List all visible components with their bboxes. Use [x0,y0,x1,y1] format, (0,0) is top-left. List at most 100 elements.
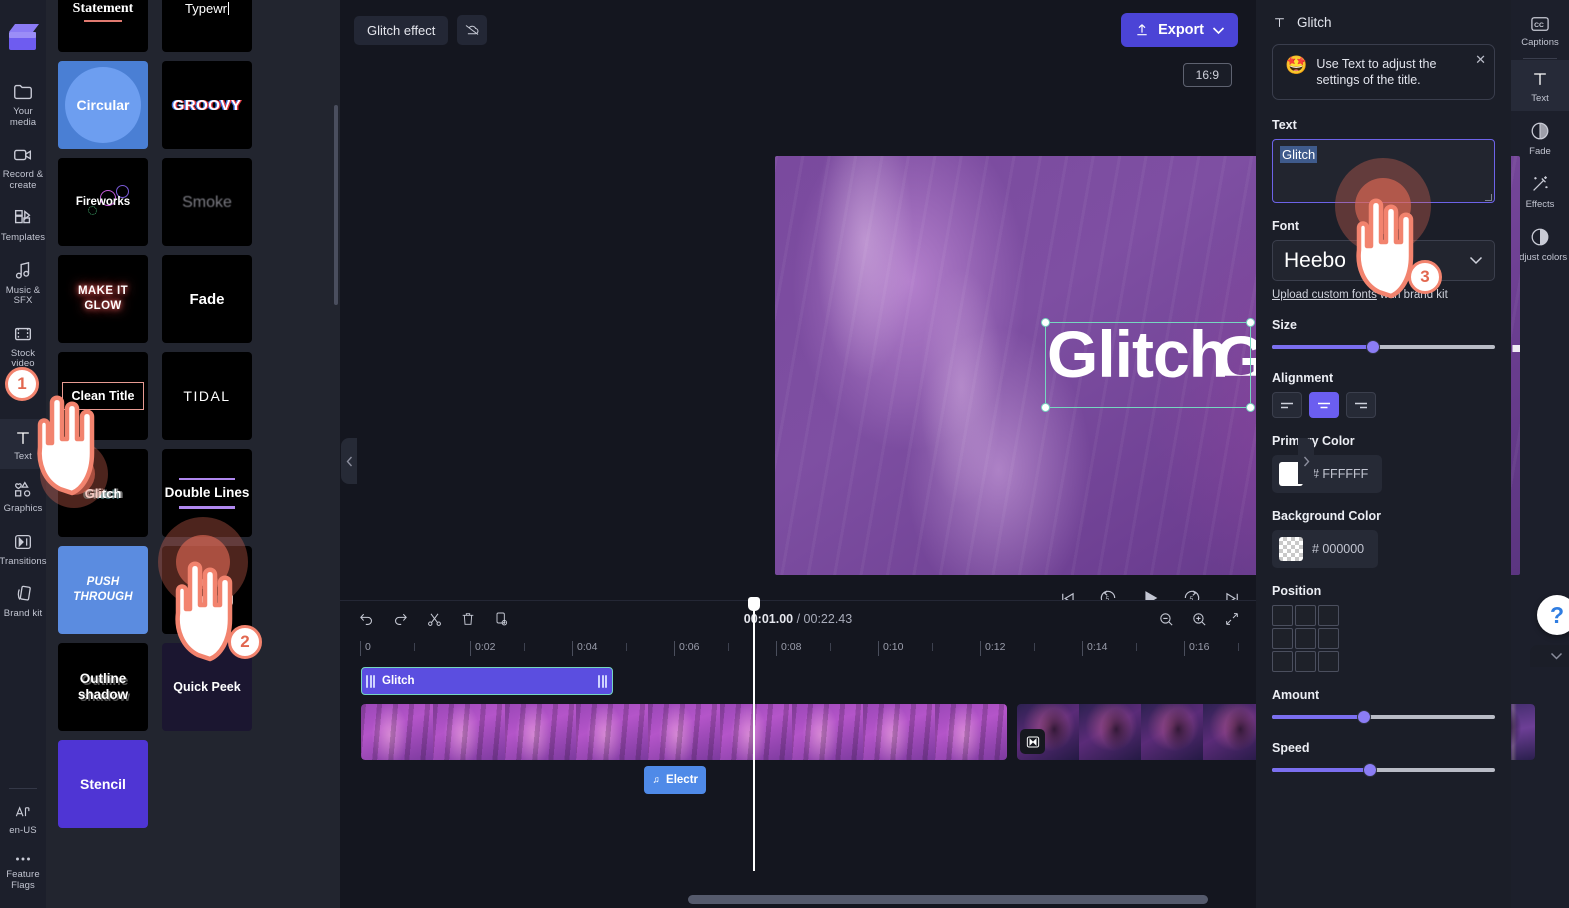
zoom-in-button[interactable] [1191,611,1208,628]
position-cell-bottom-center[interactable] [1295,651,1316,672]
export-button[interactable]: Export [1121,13,1238,47]
template-fireworks[interactable]: Fireworks [58,158,148,246]
position-cell-top-left[interactable] [1272,605,1293,626]
split-button[interactable] [426,611,443,628]
video-clip-2[interactable] [1017,704,1265,760]
template-clean-title[interactable]: Clean Title [58,352,148,440]
zoom-out-button[interactable] [1158,611,1175,628]
align-center-button[interactable] [1309,392,1339,418]
sidebar-item-brand-kit[interactable]: Brand kit [0,574,46,627]
tab-captions[interactable]: CC Captions [1511,6,1569,55]
resize-handle-bottom-right[interactable] [1246,403,1255,412]
sidebar-item-templates[interactable]: Templates [0,198,46,251]
slider-knob[interactable] [1356,710,1371,724]
help-button[interactable]: ? [1537,595,1569,635]
template-tidal[interactable]: TIDAL [162,352,252,440]
template-glitch[interactable]: Glitch [58,449,148,537]
slider-knob[interactable] [1363,763,1378,777]
position-cell-top-right[interactable] [1318,605,1339,626]
timeline-playhead[interactable] [748,597,760,871]
ruler-tick: 0:14 [1082,641,1107,656]
text-clip[interactable]: Glitch [361,667,613,695]
text-input[interactable]: Glitch [1272,139,1495,203]
text-selection-box[interactable] [1041,318,1255,412]
fit-to-screen-button[interactable] [1224,611,1240,627]
duplicate-button[interactable] [493,611,509,627]
playhead-knob[interactable] [748,597,760,611]
position-cell-top-center[interactable] [1295,605,1316,626]
sidebar-item-text[interactable]: Text [0,418,46,469]
redo-button[interactable] [392,611,409,628]
template-make-it-glow[interactable]: MAKE IT GLOW [58,255,148,343]
sidebar-item-language[interactable]: en-US [0,793,46,844]
transition-marker-button[interactable] [1020,729,1045,754]
sidebar-item-record-create[interactable]: Record & create [0,135,46,198]
template-fade[interactable]: Fade [162,255,252,343]
collapse-left-panel-button[interactable] [341,438,357,484]
template-label: Double Lines [164,485,250,500]
upload-custom-fonts-link[interactable]: Upload custom fonts [1272,289,1377,301]
amount-slider[interactable] [1272,709,1495,725]
position-cell-middle-center[interactable] [1295,628,1316,649]
template-push-through[interactable]: PUSH THROUGH [58,546,148,634]
text-t-icon [1534,73,1546,85]
tab-text[interactable]: Text [1511,60,1569,111]
position-cell-middle-left[interactable] [1272,628,1293,649]
title-border: Clean Title [61,382,145,410]
position-cell-middle-right[interactable] [1318,628,1339,649]
resize-handle-bottom-left[interactable] [1041,403,1050,412]
delete-button[interactable] [460,611,476,627]
sidebar-item-music-sfx[interactable]: Music & SFX [0,251,46,314]
sidebar-item-transitions[interactable]: Transitions [0,522,47,575]
collapse-right-panel-button[interactable] [1298,438,1314,484]
app-logo[interactable] [6,20,40,54]
align-left-button[interactable] [1272,392,1302,418]
font-select[interactable]: Heebo [1272,240,1495,281]
position-cell-bottom-left[interactable] [1272,651,1293,672]
sidebar-item-feature-flags[interactable]: Feature Flags [0,843,46,898]
template-large-heading[interactable]: Large heading [162,546,252,634]
timeline-horizontal-scrollbar[interactable] [688,895,1208,904]
effect-name-chip[interactable]: Glitch effect [354,15,449,45]
slider-knob[interactable] [1365,340,1380,354]
template-quick-peek[interactable]: Quick Peek [162,643,252,731]
sidebar-item-stock-video[interactable]: Stock video [0,314,46,377]
template-groovy[interactable]: GROOVY [162,61,252,149]
video-clip-1[interactable] [361,704,1007,760]
tab-label: Captions [1521,37,1559,48]
templates-scrollbar[interactable] [334,105,338,305]
template-statement[interactable]: Statement [58,0,148,52]
resize-handle-top-right[interactable] [1246,318,1255,327]
align-right-button[interactable] [1346,392,1376,418]
clip-right-handle[interactable] [598,674,607,688]
template-circular[interactable]: Circular [58,61,148,149]
template-typewriter[interactable]: Typewr [162,0,252,52]
sidebar-item-your-media[interactable]: Your media [0,72,46,135]
template-double-lines[interactable]: Double Lines [162,449,252,537]
primary-color-picker[interactable]: # FFFFFF [1272,455,1383,493]
text-templates-panel: Statement Typewr Circular GROOVY Firewor… [46,0,340,908]
background-color-picker[interactable]: # 000000 [1272,530,1379,568]
font-select-value: Heebo [1284,248,1346,272]
textarea-resize-grip[interactable] [1485,194,1492,201]
resize-handle-top-left[interactable] [1041,318,1050,327]
timeline-collapse-button[interactable] [1530,645,1569,667]
ruler-tick: 0:04 [572,641,597,656]
time-separator: / [793,612,804,626]
speed-slider[interactable] [1272,762,1495,778]
template-smoke[interactable]: Smoke [162,158,252,246]
position-cell-bottom-right[interactable] [1318,651,1339,672]
undo-button[interactable] [358,611,375,628]
close-tip-button[interactable]: ✕ [1475,53,1486,66]
cloud-off-button[interactable] [457,15,488,45]
audio-clip[interactable]: Electr [644,766,706,794]
ruler-tick: 0:08 [776,641,801,656]
template-outline-shadow[interactable]: Outline shadow [58,643,148,731]
template-stencil[interactable]: Stencil [58,740,148,828]
clip-left-handle[interactable] [366,674,375,688]
template-label: Statement [72,0,134,16]
timeline: 00:01.00 / 00:22.43 0 0:02 0:04 0:06 0:0… [340,597,1535,908]
sidebar-item-graphics[interactable]: Graphics [0,469,46,522]
timeline-ruler[interactable]: 0 0:02 0:04 0:06 0:08 0:10 0:12 0:14 0:1… [354,637,1256,663]
size-slider[interactable] [1272,339,1495,355]
